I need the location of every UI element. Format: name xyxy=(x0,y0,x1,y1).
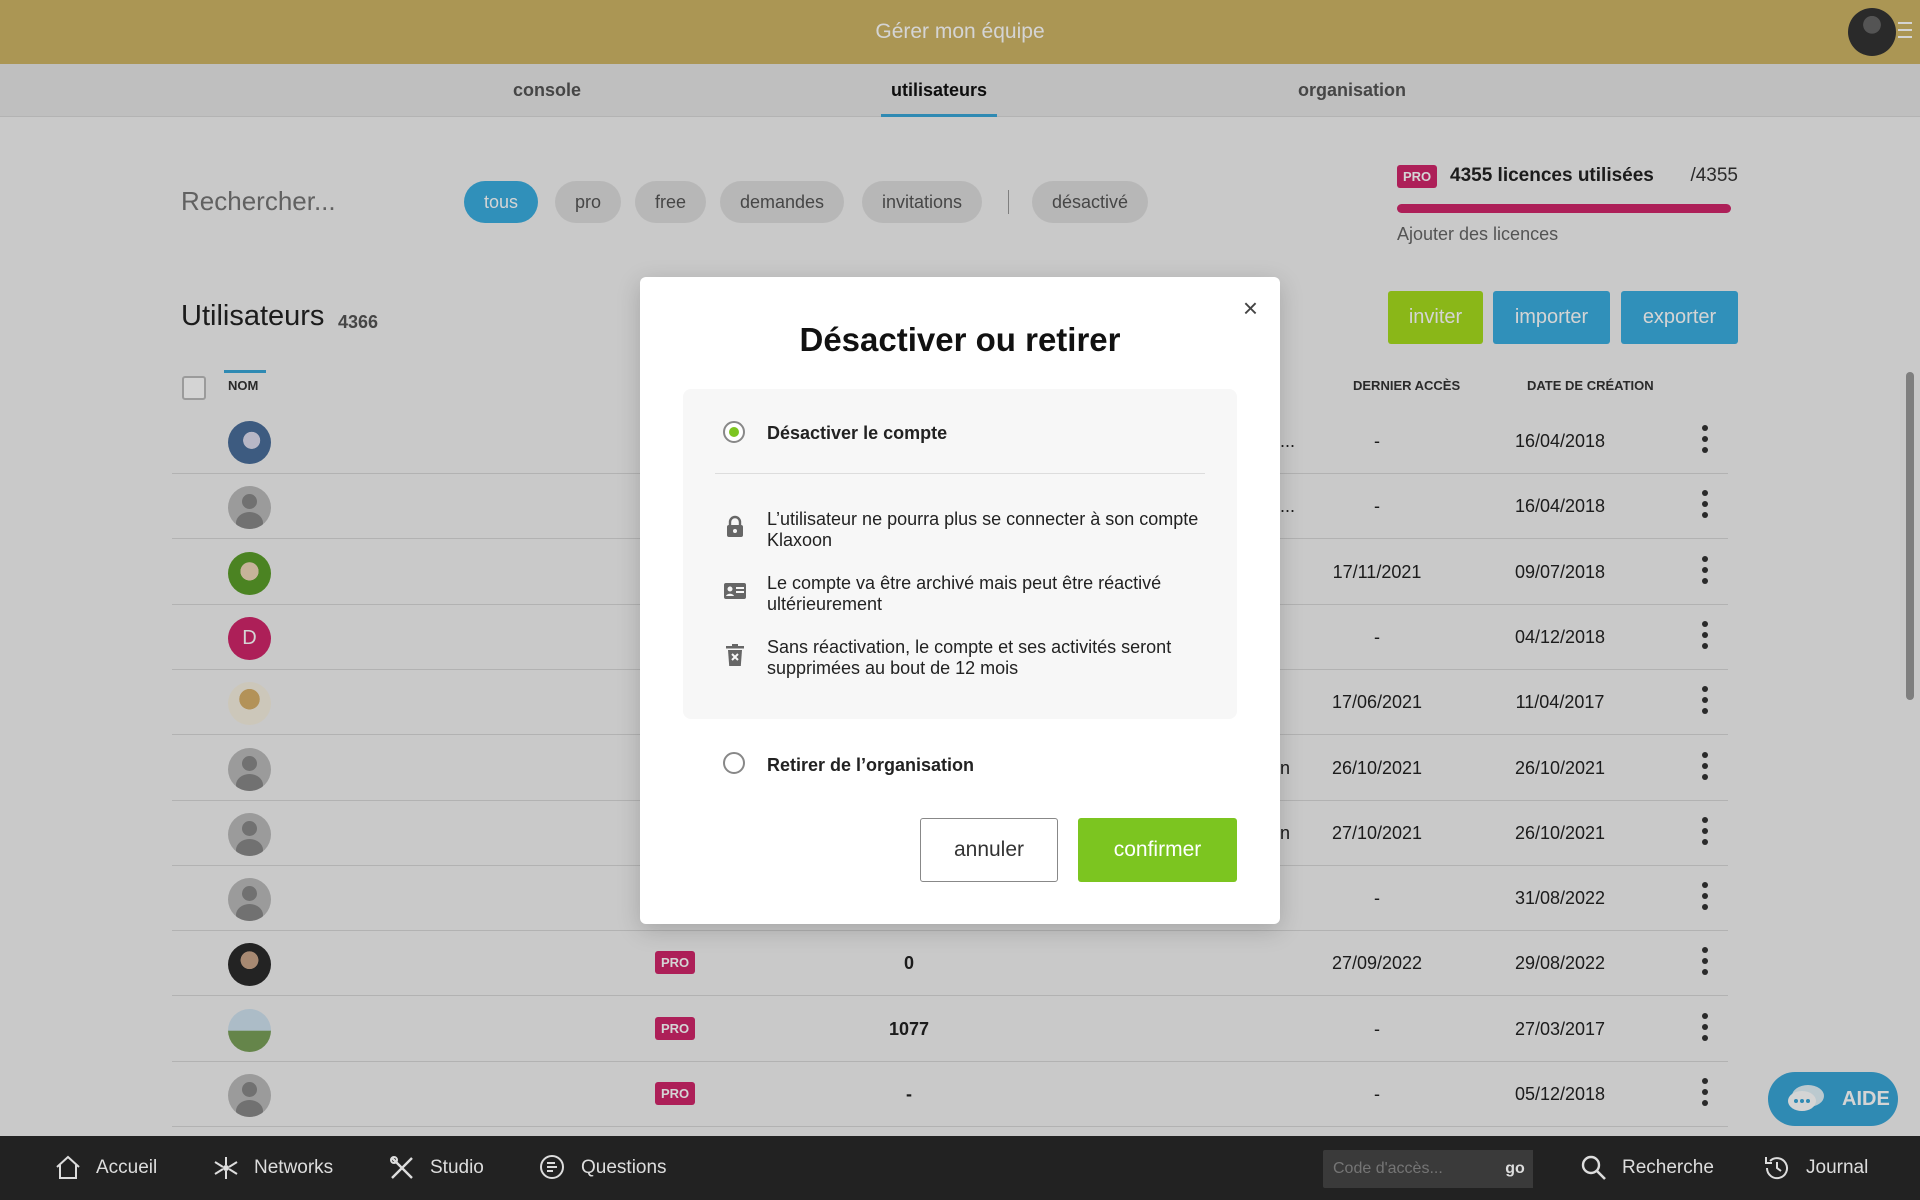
radio-deactivate[interactable] xyxy=(723,421,745,443)
id-card-icon xyxy=(724,583,746,599)
nav-home-label: Accueil xyxy=(96,1157,158,1178)
info-text-archive: Le compte va être archivé mais peut être… xyxy=(767,573,1162,614)
nav-questions[interactable]: Questions xyxy=(537,1136,667,1200)
network-icon xyxy=(214,1157,238,1179)
nav-networks[interactable]: Networks xyxy=(212,1136,333,1200)
close-icon[interactable]: × xyxy=(1243,293,1258,324)
go-button[interactable]: go xyxy=(1497,1150,1533,1188)
home-icon xyxy=(56,1155,80,1179)
nav-home[interactable]: Accueil xyxy=(54,1136,157,1200)
cancel-button[interactable]: annuler xyxy=(920,818,1058,882)
info-text-login: L’utilisateur ne pourra plus se connecte… xyxy=(767,509,1199,550)
option-divider xyxy=(715,473,1205,474)
option-remove-label[interactable]: Retirer de l’organisation xyxy=(767,755,974,776)
confirm-button[interactable]: confirmer xyxy=(1078,818,1237,882)
nav-studio[interactable]: Studio xyxy=(388,1136,484,1200)
search-icon xyxy=(1581,1155,1606,1180)
nav-questions-label: Questions xyxy=(581,1157,667,1178)
lock-icon xyxy=(727,515,743,537)
nav-journal[interactable]: Journal xyxy=(1762,1136,1868,1200)
nav-journal-label: Journal xyxy=(1806,1157,1869,1178)
radio-remove[interactable] xyxy=(723,752,745,774)
deactivate-modal: × Désactiver ou retirer Désactiver le co… xyxy=(640,277,1280,924)
tools-icon xyxy=(390,1156,413,1179)
modal-title: Désactiver ou retirer xyxy=(799,321,1121,358)
option-deactivate-label[interactable]: Désactiver le compte xyxy=(767,423,947,444)
bottom-nav: Accueil Networks Studio Questions Recher… xyxy=(0,1136,1920,1200)
nav-networks-label: Networks xyxy=(254,1157,334,1178)
deactivate-option-box: Désactiver le compte L’utilisateur ne po… xyxy=(683,389,1237,719)
nav-studio-label: Studio xyxy=(430,1157,484,1178)
question-bubble-icon xyxy=(540,1155,564,1179)
trash-icon xyxy=(726,644,744,666)
nav-search-label: Recherche xyxy=(1622,1157,1714,1178)
nav-search[interactable]: Recherche xyxy=(1580,1136,1714,1200)
info-text-deletion: Sans réactivation, le compte et ses acti… xyxy=(767,637,1172,678)
history-icon xyxy=(1765,1157,1788,1180)
